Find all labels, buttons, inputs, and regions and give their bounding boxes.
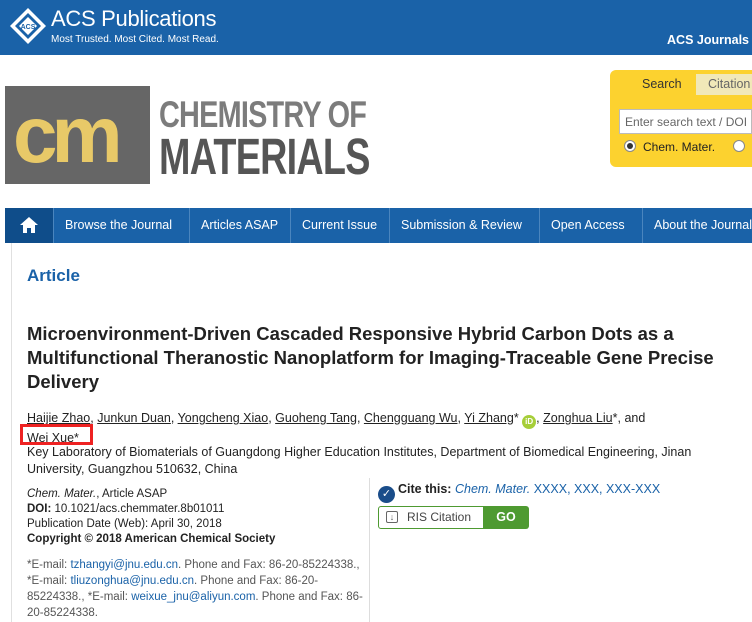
- svg-text:ACS: ACS: [21, 24, 36, 31]
- author-link[interactable]: Junkun Duan: [97, 411, 171, 425]
- highlight-box: [20, 424, 93, 445]
- home-icon: [20, 217, 38, 233]
- tab-citation[interactable]: Citation: [696, 74, 752, 95]
- acs-logo-icon[interactable]: ACS: [9, 7, 47, 45]
- download-icon: ↓: [386, 511, 398, 523]
- nav-browse-journal[interactable]: Browse the Journal: [53, 208, 172, 243]
- column-divider: [369, 478, 370, 622]
- author-link[interactable]: Guoheng Tang: [275, 411, 357, 425]
- publication-date: Publication Date (Web): April 30, 2018: [27, 518, 222, 530]
- author-link[interactable]: Zonghua Liu: [543, 411, 613, 425]
- go-button[interactable]: GO: [483, 506, 529, 529]
- search-input[interactable]: [619, 109, 752, 134]
- email-prefix: *E-mail:: [27, 559, 68, 571]
- copyright: Copyright © 2018 American Chemical Socie…: [27, 533, 276, 545]
- corresponding-emails: *E-mail: tzhangyi@jnu.edu.cn. Phone and …: [27, 557, 369, 621]
- scope-radio-journal[interactable]: [624, 140, 636, 152]
- acs-brand-name[interactable]: ACS Publications: [51, 6, 216, 32]
- nav-open-access[interactable]: Open Access: [539, 208, 625, 243]
- journal-name-line2: MATERIALS: [159, 128, 370, 185]
- cite-this: ✓ Cite this: Chem. Mater. XXXX, XXX, XXX-…: [378, 482, 660, 503]
- scope-radio-all[interactable]: [733, 140, 745, 152]
- author-link[interactable]: Haijie Zhao: [27, 411, 90, 425]
- journal-logo-letters: cm: [13, 90, 123, 179]
- and-word: and: [624, 411, 646, 425]
- scope-radio-journal-label: Chem. Mater.: [643, 140, 716, 154]
- author-link[interactable]: Yongcheng Xiao: [178, 411, 269, 425]
- author-list: Haijie Zhao, Junkun Duan, Yongcheng Xiao…: [27, 411, 646, 445]
- author-link[interactable]: Yi Zhang: [464, 411, 514, 425]
- cite-label: Cite this:: [398, 482, 452, 496]
- nav-current-issue[interactable]: Current Issue: [290, 208, 377, 243]
- doi-label: DOI:: [27, 503, 52, 515]
- check-icon: ✓: [378, 486, 395, 503]
- nav-about-journal[interactable]: About the Journal: [642, 208, 752, 243]
- article-title: Microenvironment-Driven Cascaded Respons…: [27, 323, 714, 392]
- email-link[interactable]: tzhangyi@jnu.edu.cn: [70, 559, 178, 571]
- doi-value[interactable]: 10.1021/acs.chemmater.8b01011: [54, 503, 224, 515]
- cite-values[interactable]: XXXX, XXX, XXX-XXX: [534, 482, 660, 496]
- cite-journal[interactable]: Chem. Mater.: [455, 482, 530, 496]
- article-status: , Article ASAP: [96, 488, 168, 500]
- journal-abbr: Chem. Mater.: [27, 488, 97, 500]
- tab-search[interactable]: Search: [630, 74, 693, 95]
- nav-submission-review[interactable]: Submission & Review: [389, 208, 522, 243]
- nav-home-button[interactable]: [5, 208, 53, 243]
- orcid-icon[interactable]: iD: [522, 415, 537, 429]
- journal-logo[interactable]: cm: [5, 86, 150, 184]
- author-affiliation: Key Laboratory of Biomaterials of Guangd…: [27, 445, 692, 476]
- author-link[interactable]: Chengguang Wu: [364, 411, 458, 425]
- acs-journals-link[interactable]: ACS Journals: [667, 33, 749, 47]
- article-type-label: Article: [27, 266, 80, 285]
- email-link[interactable]: tliuzonghua@jnu.edu.cn: [70, 575, 194, 587]
- email-link[interactable]: weixue_jnu@aliyun.com: [131, 591, 255, 603]
- article-metadata: Chem. Mater., Article ASAP DOI: 10.1021/…: [27, 487, 367, 547]
- nav-articles-asap[interactable]: Articles ASAP: [189, 208, 278, 243]
- acs-tagline: Most Trusted. Most Cited. Most Read.: [51, 34, 219, 45]
